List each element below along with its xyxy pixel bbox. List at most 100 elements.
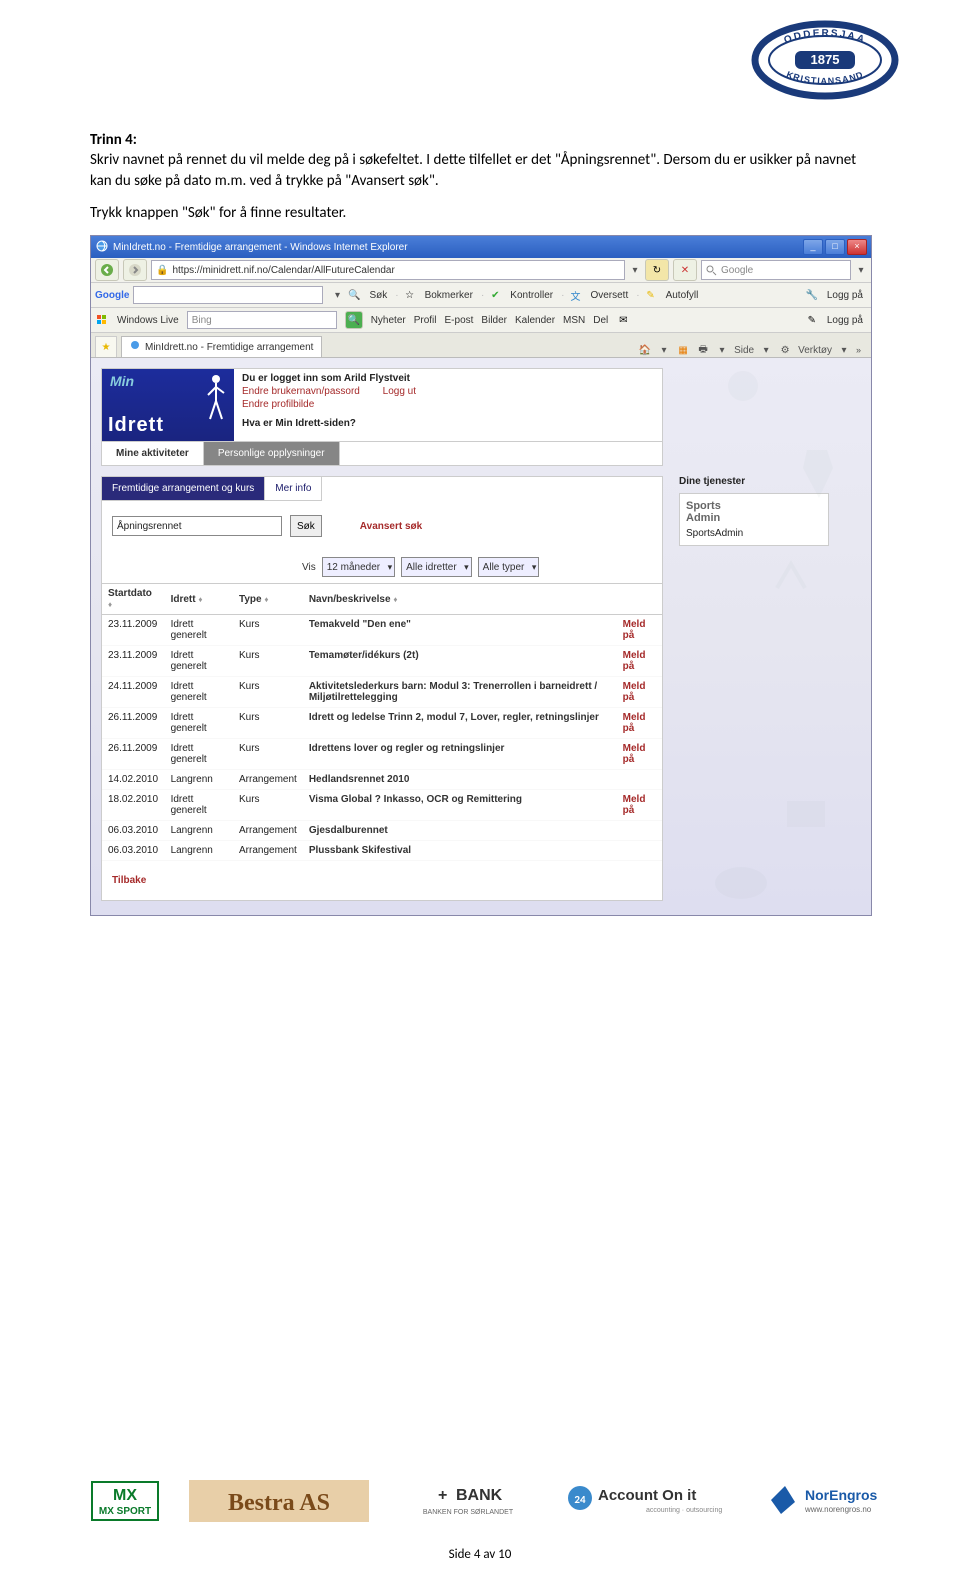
wl-login[interactable]: Logg på [827,315,863,326]
google-search-input[interactable] [133,286,323,304]
oversett-btn[interactable]: Oversett [590,290,628,301]
favorites-button[interactable]: ★ [95,336,117,357]
meld-pa-link[interactable]: Meld på [623,619,646,641]
tab-mine-aktiviteter[interactable]: Mine aktiviteter [102,442,204,465]
address-dropdown[interactable]: ▾ [629,265,641,276]
google-search-btn[interactable]: Søk [369,290,387,301]
search-dropdown[interactable]: ▾ [855,265,867,276]
tilbake-link[interactable]: Tilbake [112,875,146,886]
kontroller-btn[interactable]: Kontroller [510,290,553,301]
sponsor-mxsport: MXMX SPORT [90,1480,160,1522]
meld-pa-link[interactable]: Meld på [623,681,646,703]
meld-cell[interactable]: Meld på [617,646,662,677]
google-login[interactable]: Logg på [827,290,863,301]
para1: Skriv navnet på rennet du vil melde deg … [90,150,870,191]
gear-icon[interactable]: ⚙ [778,343,792,357]
meld-cell [617,821,662,841]
mail-icon[interactable]: ✉ [616,313,630,327]
cell: Kurs [233,677,303,708]
table-header[interactable] [617,584,662,615]
check-icon[interactable]: ✔ [488,288,502,302]
meld-cell[interactable]: Meld på [617,677,662,708]
svg-text:Bestra AS: Bestra AS [228,1490,330,1516]
address-bar[interactable]: 🔒 https://minidrett.nif.no/Calendar/AllF… [151,260,625,280]
cell: Idrett generelt [165,615,233,646]
advanced-search-link[interactable]: Avansert søk [360,521,422,532]
stop-button[interactable]: ✕ [673,259,697,281]
cell: Temamøter/idékurs (2t) [303,646,617,677]
table-row: 18.02.2010Idrett genereltKursVisma Globa… [102,790,662,821]
browser-search[interactable]: Google [701,260,851,280]
select-idrett[interactable]: Alle idretter [401,557,472,577]
meld-pa-link[interactable]: Meld på [623,794,646,816]
url-text: https://minidrett.nif.no/Calendar/AllFut… [172,265,394,276]
meld-cell[interactable]: Meld på [617,615,662,646]
autofill-icon[interactable]: ✎ [644,288,658,302]
select-months[interactable]: 12 måneder [322,557,395,577]
search-button[interactable]: Søk [290,515,322,537]
sportsadmin-label: SportsAdmin [686,528,822,539]
refresh-button[interactable]: ↻ [645,259,669,281]
meld-cell[interactable]: Meld på [617,790,662,821]
search-input[interactable]: Åpningsrennet [112,516,282,536]
meld-cell[interactable]: Meld på [617,739,662,770]
wl-item[interactable]: Kalender [515,315,555,326]
address-bar-row: 🔒 https://minidrett.nif.no/Calendar/AllF… [91,258,871,283]
autofyll-btn[interactable]: Autofyll [666,290,699,301]
change-user-link[interactable]: Endre brukernavn/passord [242,386,360,397]
sportsadmin-box[interactable]: SportsAdmin SportsAdmin [679,493,829,546]
bookmarks-btn[interactable]: Bokmerker [425,290,473,301]
browser-tab[interactable]: MinIdrett.no - Fremtidige arrangement [121,336,322,357]
cell: 26.11.2009 [102,708,165,739]
meld-cell[interactable]: Meld på [617,708,662,739]
edit-icon[interactable]: ✎ [805,313,819,327]
meld-pa-link[interactable]: Meld på [623,743,646,765]
change-pic-link[interactable]: Endre profilbilde [242,399,314,410]
wl-item[interactable]: Profil [414,315,437,326]
cell: Arrangement [233,770,303,790]
cell: Kurs [233,739,303,770]
wl-item[interactable]: Nyheter [371,315,406,326]
close-button[interactable]: × [847,239,867,255]
wl-item[interactable]: Bilder [481,315,507,326]
tab-personlige-opplysninger[interactable]: Personlige opplysninger [204,442,340,465]
wl-item[interactable]: Del [593,315,608,326]
search-button-label: Søk [297,521,315,532]
select-type-value: Alle typer [483,562,525,573]
table-header[interactable]: Type ♦ [233,584,303,615]
wl-search-btn[interactable]: 🔍 [345,311,363,329]
logout-link[interactable]: Logg ut [383,386,416,397]
back-button[interactable] [95,259,119,281]
table-header[interactable]: Navn/beskrivelse ♦ [303,584,617,615]
table-header[interactable]: Startdato ♦ [102,584,165,615]
feed-icon[interactable]: ▦ [676,343,690,357]
subtab-fremtidige[interactable]: Fremtidige arrangement og kurs [102,477,265,501]
subtab-mer-info[interactable]: Mer info [265,477,322,501]
search-icon[interactable]: 🔍 [347,288,361,302]
table-row: 23.11.2009Idrett genereltKursTemakveld "… [102,615,662,646]
svg-text:24: 24 [575,1493,587,1506]
what-is-link[interactable]: Hva er Min Idrett-siden? [242,418,356,429]
cell: Arrangement [233,841,303,861]
wl-label: Windows Live [117,315,179,326]
wl-search-input[interactable]: Bing [187,311,337,329]
minimize-button[interactable]: _ [803,239,823,255]
forward-button[interactable] [123,259,147,281]
wl-item[interactable]: MSN [563,315,585,326]
print-icon[interactable]: 🖶 [696,343,710,357]
page-icon [130,340,141,354]
translate-icon[interactable]: 文 [568,288,582,302]
verktoy-menu[interactable]: Verktøy [798,345,832,356]
maximize-button[interactable]: □ [825,239,845,255]
star-icon[interactable]: ☆ [403,288,417,302]
wrench-icon[interactable]: 🔧 [805,288,819,302]
wl-item[interactable]: E-post [445,315,474,326]
logged-in-text: Du er logget inn som Arild Flystveit [242,373,436,384]
select-type[interactable]: Alle typer [478,557,540,577]
side-menu[interactable]: Side [734,345,754,356]
table-header[interactable]: Idrett ♦ [165,584,233,615]
meld-pa-link[interactable]: Meld på [623,712,646,734]
home-icon[interactable]: 🏠 [638,343,652,357]
meld-pa-link[interactable]: Meld på [623,650,646,672]
select-months-value: 12 måneder [327,562,380,573]
